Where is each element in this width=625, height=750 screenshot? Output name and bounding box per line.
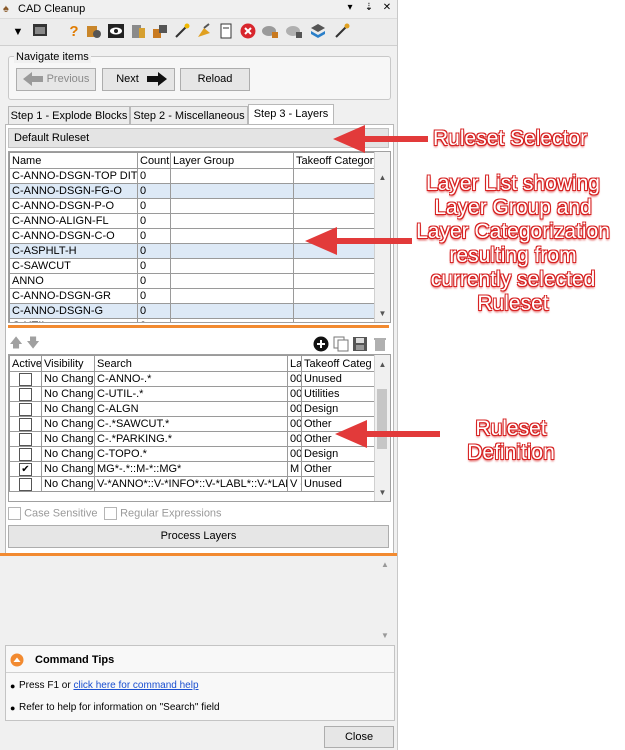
arrow-to-layer-list [305,227,412,255]
arrow-to-ruleset-definition [335,420,440,448]
annotation-arrows [305,125,440,448]
arrow-to-ruleset [333,125,428,153]
